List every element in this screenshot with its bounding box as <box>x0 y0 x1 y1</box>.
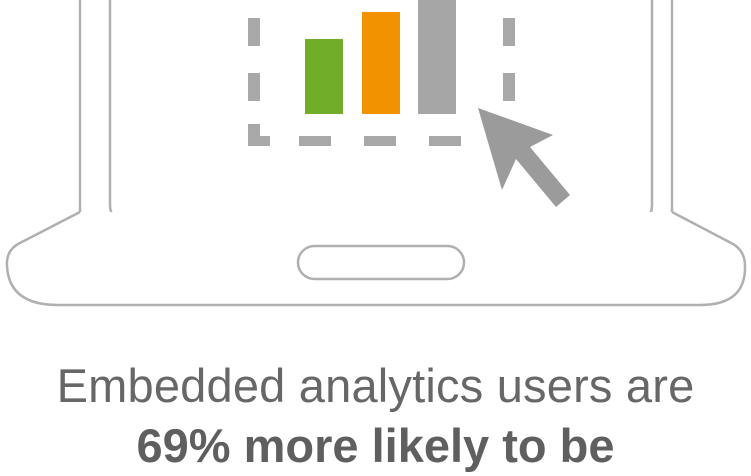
laptop-base-outline <box>5 210 747 307</box>
bar-gray <box>418 0 456 114</box>
caption-line-2: 69% more likely to be <box>136 419 615 472</box>
infographic: Embedded analytics users are 69% more li… <box>0 0 751 476</box>
bar-orange <box>362 12 400 114</box>
caption-line-1: Embedded analytics users are <box>56 359 695 412</box>
bar-green <box>305 39 343 114</box>
cursor-arrow-icon <box>478 108 570 207</box>
